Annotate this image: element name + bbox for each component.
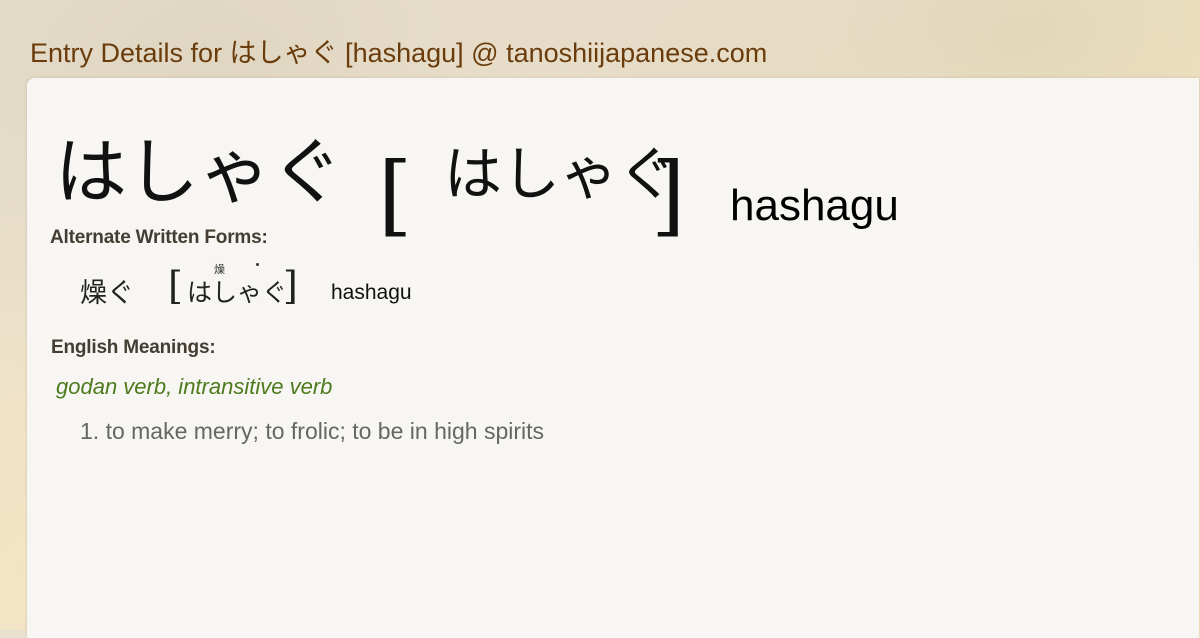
entry-bracket-close: ] [651,143,686,246]
alternate-form-item: 燥ぐ [ 燥 はしゃぐ ] hashagu [80,256,480,316]
english-meanings-label: English Meanings: [51,337,216,358]
entry-word: はしゃぐ [55,130,344,214]
alternate-form-kanji: 燥ぐ [80,278,134,309]
meaning-item: 1. to make merry; to frolic; to be in hi… [80,418,545,444]
part-of-speech: godan verb, intransitive verb [56,374,333,399]
alternate-forms-label: Alternate Written Forms: [50,227,268,248]
entry-card: はしゃぐ [ はしゃぐ ] hashagu Alternate Written … [27,78,1199,638]
alternate-form-romaji: hashagu [331,281,412,304]
page-title: Entry Details for はしゃぐ [hashagu] @ tanos… [30,38,768,68]
entry-reading: はしゃぐ [444,140,677,208]
accent-dot-icon [256,263,259,266]
entry-bracket-open: [ [378,143,413,246]
alternate-form-reading: はしゃぐ [187,278,288,307]
alternate-form-bracket-close: ] [283,264,298,308]
entry-romaji: hashagu [730,181,899,230]
alternate-form-bracket-open: [ [168,264,183,308]
